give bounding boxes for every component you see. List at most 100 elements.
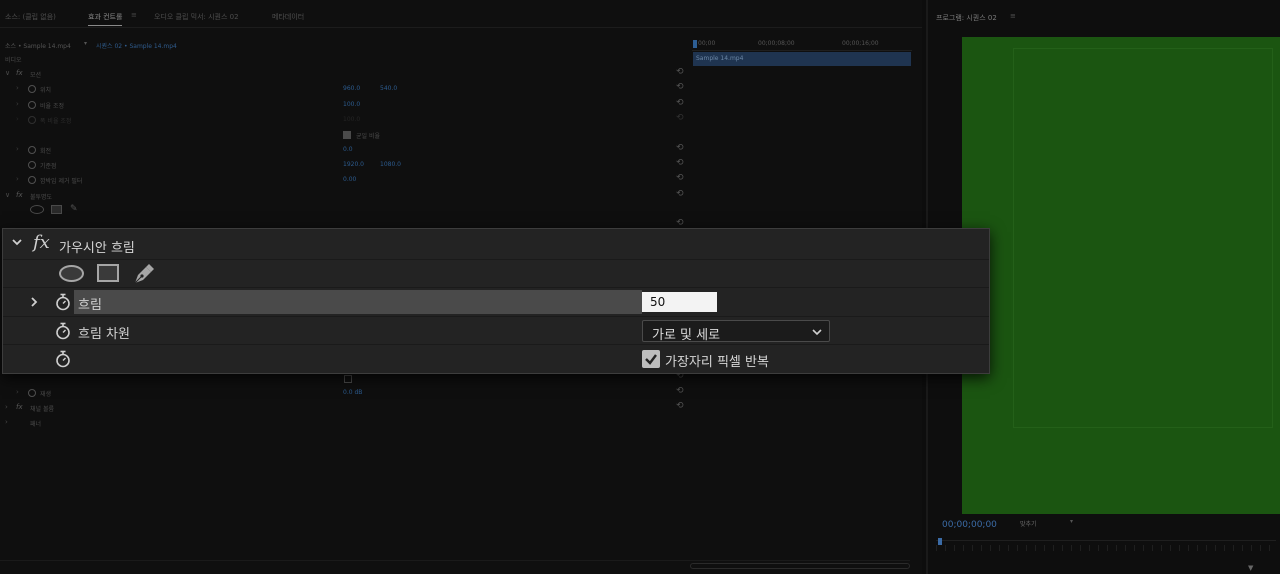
zoom-fit-select[interactable]: 맞추기 [1020,519,1037,528]
chevron-right-icon[interactable]: › [16,100,19,108]
timeline-scrollbar[interactable] [0,560,910,570]
tab-menu-icon[interactable]: ≡ [131,11,137,19]
fx-icon[interactable]: fx [16,69,23,77]
stopwatch-icon[interactable] [28,176,36,184]
effect-row-motion: ∨ fx 모션 ⟲ [0,67,690,81]
pen-mask-icon[interactable]: ✎ [70,204,78,214]
effect-header-row: fx 가우시안 흐림 [3,229,989,260]
checkmark-icon [645,354,657,365]
chevron-right-icon[interactable]: › [5,403,8,411]
property-value-x[interactable]: 1920.0 [343,161,364,168]
breadcrumb-dropdown-icon[interactable]: ▾ [84,40,87,47]
property-row-scale: › 비율 조정 100.0 ⟲ [0,98,690,112]
reset-icon[interactable]: ⟲ [676,189,684,199]
fx-icon[interactable]: fx [33,232,50,253]
reset-icon[interactable]: ⟲ [676,143,684,153]
property-highlight [74,290,642,314]
property-label: 폭 비율 조정 [40,118,72,125]
stopwatch-icon[interactable] [28,101,36,109]
safe-margin-guide [1013,48,1273,428]
pen-mask-icon[interactable] [132,262,156,286]
stopwatch-icon[interactable] [28,389,36,397]
stopwatch-icon[interactable] [55,322,71,340]
property-value[interactable]: 0.00 [343,176,356,183]
program-timecode[interactable]: 00;00;00;00 [942,520,997,530]
fx-icon[interactable]: fx [16,191,23,199]
blur-dimensions-dropdown[interactable]: 가로 및 세로 [642,320,830,343]
property-row-repeat-edge: 가장자리 픽셀 반복 [3,345,989,373]
uniform-scale-checkbox[interactable] [343,131,351,139]
reset-icon[interactable]: ⟲ [676,386,684,396]
fx-icon[interactable]: fx [16,403,23,411]
dropdown-selected-value: 가로 및 세로 [652,328,721,343]
reset-icon: ⟲ [676,113,684,123]
reset-icon[interactable]: ⟲ [676,67,684,77]
dim-checkbox[interactable] [344,375,352,383]
chevron-down-icon[interactable]: ∨ [5,69,10,77]
property-value-x[interactable]: 960.0 [343,85,360,92]
reset-icon[interactable]: ⟲ [676,401,684,411]
chevron-right-icon[interactable]: › [16,145,19,153]
playhead-icon[interactable] [693,40,697,48]
chevron-down-icon[interactable] [10,235,24,249]
stopwatch-icon[interactable] [55,293,71,311]
chevron-right-icon[interactable]: › [16,175,19,183]
stopwatch-icon[interactable] [55,350,71,368]
property-row-blurriness: 흐림 [3,288,989,317]
property-value[interactable]: 100.0 [343,101,360,108]
program-time-ruler[interactable] [936,538,1276,554]
playhead-icon[interactable] [938,538,942,545]
reset-icon[interactable]: ⟲ [676,158,684,168]
chevron-right-icon[interactable]: › [16,388,19,396]
chevron-down-icon[interactable]: ∨ [5,191,10,199]
video-header: 비디오 [5,57,22,64]
mask-tools-row [3,260,989,288]
effect-name: 불투명도 [30,194,53,201]
rectangle-mask-icon[interactable] [51,205,62,214]
stopwatch-icon[interactable] [28,146,36,154]
rectangle-mask-icon[interactable] [97,264,119,282]
reset-icon[interactable]: ⟲ [676,218,684,228]
property-row-scale-width: › 폭 비율 조정 100.0 ⟲ [0,113,690,127]
reset-icon[interactable]: ⟲ [676,173,684,183]
property-value[interactable]: 0.0 [343,146,353,153]
chevron-right-icon[interactable]: › [5,418,8,426]
tab-source[interactable]: 소스: (클립 없음) [5,12,56,22]
tab-metadata[interactable]: 메타데이터 [272,12,304,22]
property-row-blur-dimensions: 흐림 차원 가로 및 세로 [3,317,989,345]
tab-audio-clip-mixer[interactable]: 오디오 클립 믹서: 시퀀스 02 [154,12,239,22]
property-value-y[interactable]: 1080.0 [380,161,401,168]
repeat-edge-label: 가장자리 픽셀 반복 [665,355,769,370]
timeline-clip[interactable]: Sample 14.mp4 [693,52,911,66]
stopwatch-icon[interactable] [28,85,36,93]
property-row-anchor: 기준점 1920.0 1080.0 ⟲ [0,158,690,172]
property-row-position: › 위치 960.0 540.0 ⟲ [0,82,690,96]
property-row-bottom: › 재생 0.0 dB ⟲ [0,386,690,400]
timeline-ruler[interactable]: 00;00 00;00;08;00 00;00;16;00 [692,39,912,51]
property-row-flicker: › 깜박임 제거 필터 0.00 ⟲ [0,173,690,187]
chevron-right-icon[interactable] [28,295,40,309]
chevron-down-icon[interactable]: ▾ [1070,518,1073,525]
effect-title: 가우시안 흐림 [59,241,135,256]
panel-menu-icon[interactable]: ≡ [1010,12,1016,20]
breadcrumb-source[interactable]: 소스 • Sample 14.mp4 [5,41,71,50]
reset-icon[interactable]: ⟲ [676,98,684,108]
property-value-y[interactable]: 540.0 [380,85,397,92]
tab-effect-controls[interactable]: 효과 컨트롤 [88,12,123,26]
property-label: 기준점 [40,163,57,170]
reset-icon[interactable]: ⟲ [676,82,684,92]
repeat-edge-checkbox[interactable] [642,350,660,368]
marker-icon[interactable]: ▼ [1248,564,1253,572]
ellipse-mask-icon[interactable] [59,265,84,282]
blurriness-input[interactable] [642,292,717,312]
ellipse-mask-icon[interactable] [30,205,44,214]
ruler-time-2: 00;00;16;00 [842,40,879,47]
property-label: 비율 조정 [40,103,64,110]
property-value[interactable]: 0.0 dB [343,389,362,396]
program-monitor-title[interactable]: 프로그램: 시퀀스 02 [936,13,997,23]
stopwatch-icon[interactable] [28,161,36,169]
scrollbar-thumb[interactable] [690,563,910,569]
breadcrumb-sequence[interactable]: 시퀀스 02 • Sample 14.mp4 [96,41,177,50]
chevron-right-icon[interactable]: › [16,84,19,92]
chevron-down-icon[interactable] [811,326,823,338]
